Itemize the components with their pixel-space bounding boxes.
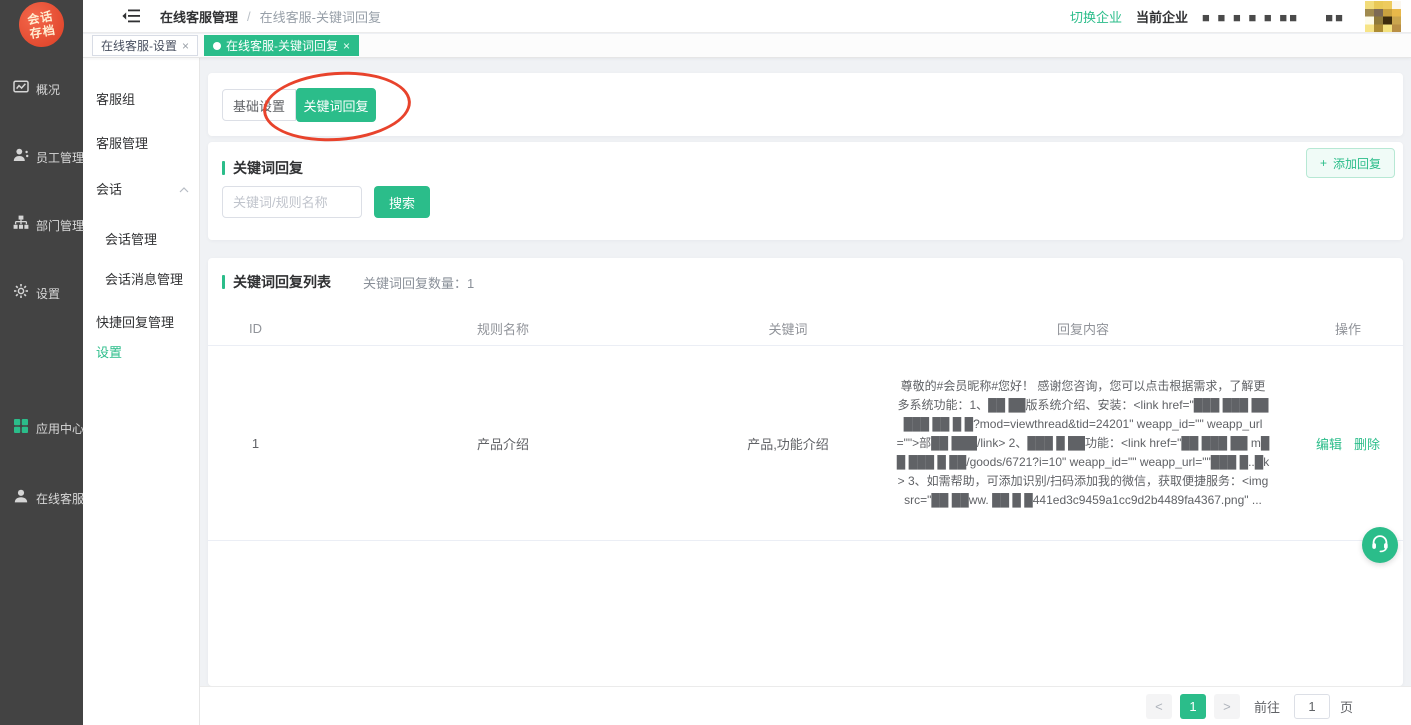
user-avatar[interactable] xyxy=(1365,1,1401,32)
current-company-name-redacted: ■ ■ ■ ■ ■ ■■ ■■ xyxy=(1202,7,1345,26)
primary-sidebar: 会话 存档 概况 员工管理 部门管理 设置 xyxy=(0,0,83,725)
main-content: 基础设置 关键词回复 关键词回复 搜索 + 添加回复 关键词回复列表 关键词回复… xyxy=(200,58,1411,725)
cell-rule-name: 产品介绍 xyxy=(303,434,703,453)
sidebar-fold-icon[interactable] xyxy=(122,9,140,23)
department-tree-icon xyxy=(13,215,29,236)
submenu-item-service-group[interactable]: 客服组 xyxy=(83,87,199,109)
edit-link[interactable]: 编辑 xyxy=(1316,434,1342,453)
tab-label: 在线客服-设置 xyxy=(101,37,177,54)
pagination-next-button[interactable]: > xyxy=(1214,694,1240,719)
current-company-label: 当前企业 xyxy=(1136,7,1188,26)
basic-settings-button[interactable]: 基础设置 xyxy=(222,89,296,121)
sidebar-item-label: 在线客服 xyxy=(36,490,84,507)
switch-company-link[interactable]: 切换企业 xyxy=(1070,7,1122,26)
view-tabs-panel: 基础设置 关键词回复 xyxy=(208,73,1403,136)
tab-online-service-settings[interactable]: 在线客服-设置 × xyxy=(92,35,198,56)
submenu-item-service-management[interactable]: 客服管理 xyxy=(83,131,199,153)
sidebar-item-label: 员工管理 xyxy=(36,149,84,166)
column-header-keyword: 关键词 xyxy=(703,319,873,338)
sidebar-item-settings[interactable]: 设置 xyxy=(0,282,83,304)
column-header-rule: 规则名称 xyxy=(303,319,703,338)
sidebar-item-label: 设置 xyxy=(36,285,60,302)
breadcrumb-root[interactable]: 在线客服管理 xyxy=(160,7,238,26)
close-icon[interactable]: × xyxy=(182,39,189,53)
list-section-title: 关键词回复列表 xyxy=(222,272,331,292)
chevron-up-icon xyxy=(179,181,189,196)
sidebar-item-label: 部门管理 xyxy=(36,217,84,234)
open-tabs-bar: 在线客服-设置 × 在线客服-关键词回复 × xyxy=(83,34,1411,58)
add-reply-button[interactable]: + 添加回复 xyxy=(1306,148,1395,178)
submenu-item-session-management[interactable]: 会话管理 xyxy=(83,227,199,249)
sidebar-item-employees[interactable]: 员工管理 xyxy=(0,146,83,168)
title-accent-bar xyxy=(222,161,225,175)
reply-count-text: 关键词回复数量：1 xyxy=(363,273,474,292)
headset-icon xyxy=(1369,532,1391,559)
pagination-prev-button[interactable]: < xyxy=(1146,694,1172,719)
submenu-group-session[interactable]: 会话 xyxy=(83,177,199,199)
pagination-unit-label: 页 xyxy=(1340,697,1353,716)
breadcrumb-separator: / xyxy=(247,9,251,24)
pagination-page-1[interactable]: 1 xyxy=(1180,694,1206,719)
sidebar-item-app-center[interactable]: 应用中心 xyxy=(0,417,83,439)
breadcrumb-current: 在线客服-关键词回复 xyxy=(260,7,381,26)
pagination-goto-input[interactable] xyxy=(1294,694,1330,719)
app-center-grid-icon xyxy=(13,418,29,439)
section-title: 关键词回复 xyxy=(222,158,303,178)
sidebar-item-label: 应用中心 xyxy=(36,420,84,437)
settings-gear-icon xyxy=(13,283,29,304)
header-right-group: 切换企业 当前企业 ■ ■ ■ ■ ■ ■■ ■■ xyxy=(1070,1,1401,32)
breadcrumb: 在线客服管理 / 在线客服-关键词回复 xyxy=(160,7,381,26)
pagination-goto-label: 前往 xyxy=(1254,697,1280,716)
table-row: 1 产品介绍 产品,功能介绍 尊敬的#会员昵称#您好！ 感谢您咨询，您可以点击根… xyxy=(208,346,1403,541)
sidebar-item-label: 概况 xyxy=(36,81,60,98)
logo-text-bottom: 存档 xyxy=(29,22,57,40)
floating-service-button[interactable] xyxy=(1362,527,1398,563)
overview-chart-icon xyxy=(13,79,29,100)
employee-icon xyxy=(13,147,29,168)
search-button[interactable]: 搜索 xyxy=(374,186,430,218)
keyword-search-input[interactable] xyxy=(222,186,362,218)
table-header-row: ID 规则名称 关键词 回复内容 操作 xyxy=(208,312,1403,346)
sidebar-item-online-service[interactable]: 在线客服 xyxy=(0,487,83,509)
active-dot-icon xyxy=(213,42,221,50)
submenu-item-quick-reply-management[interactable]: 快捷回复管理 xyxy=(83,310,199,332)
online-service-person-icon xyxy=(13,488,29,509)
keyword-reply-list-panel: 关键词回复列表 关键词回复数量：1 ID 规则名称 关键词 回复内容 操作 1 … xyxy=(208,258,1403,686)
keyword-reply-search-panel: 关键词回复 搜索 + 添加回复 xyxy=(208,142,1403,240)
secondary-sidebar: 客服组 客服管理 会话 会话管理 会话消息管理 快捷回复管理 设置 xyxy=(83,58,200,725)
submenu-item-settings[interactable]: 设置 xyxy=(83,340,199,362)
plus-icon: + xyxy=(1320,156,1327,170)
cell-keywords: 产品,功能介绍 xyxy=(703,434,873,453)
cell-id: 1 xyxy=(208,436,303,451)
sidebar-item-overview[interactable]: 概况 xyxy=(0,78,83,100)
pagination-bar: < 1 > 前往 页 xyxy=(200,686,1411,725)
keyword-reply-button[interactable]: 关键词回复 xyxy=(296,88,376,122)
submenu-item-session-message-management[interactable]: 会话消息管理 xyxy=(83,267,199,289)
top-header: 在线客服管理 / 在线客服-关键词回复 切换企业 当前企业 ■ ■ ■ ■ ■ … xyxy=(83,0,1411,33)
app-logo: 会话 存档 xyxy=(15,0,67,51)
sidebar-item-departments[interactable]: 部门管理 xyxy=(0,214,83,236)
title-accent-bar xyxy=(222,275,225,289)
close-icon[interactable]: × xyxy=(343,39,350,53)
cell-reply-content: 尊敬的#会员昵称#您好！ 感谢您咨询，您可以点击根据需求，了解更多系统功能：1、… xyxy=(895,377,1271,510)
column-header-id: ID xyxy=(208,321,303,336)
tab-keyword-reply[interactable]: 在线客服-关键词回复 × xyxy=(204,35,359,56)
column-header-actions: 操作 xyxy=(1293,319,1403,338)
column-header-reply: 回复内容 xyxy=(873,319,1293,338)
tab-label: 在线客服-关键词回复 xyxy=(226,37,338,54)
delete-link[interactable]: 删除 xyxy=(1354,434,1380,453)
app-window: 会话 存档 概况 员工管理 部门管理 设置 xyxy=(0,0,1411,725)
